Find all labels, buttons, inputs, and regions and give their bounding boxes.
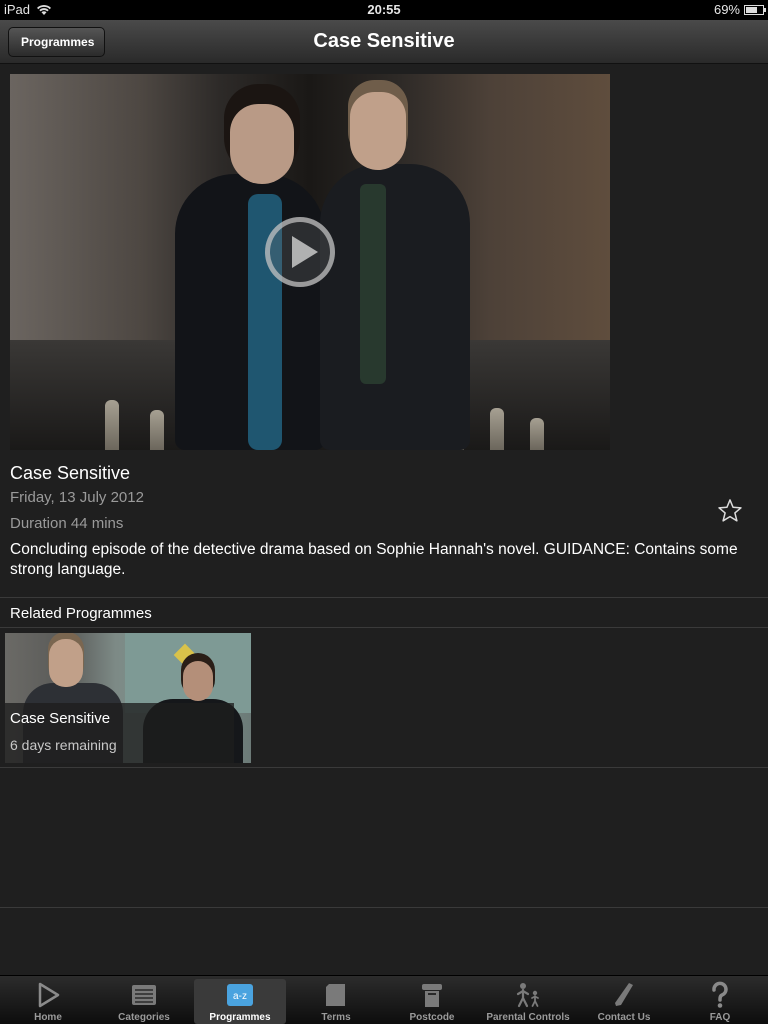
divider bbox=[0, 597, 768, 598]
tab-label: Home bbox=[34, 1012, 62, 1023]
play-icon[interactable] bbox=[265, 217, 335, 287]
battery-icon bbox=[744, 4, 766, 15]
image-light bbox=[530, 418, 544, 450]
tab-contact-us[interactable]: Contact Us bbox=[578, 979, 670, 1024]
image-figure-man bbox=[320, 164, 470, 450]
programme-description: Concluding episode of the detective dram… bbox=[10, 541, 738, 578]
programme-date: Friday, 13 July 2012 bbox=[10, 489, 144, 506]
page-title: Case Sensitive bbox=[313, 30, 455, 52]
tab-label: Postcode bbox=[409, 1012, 455, 1023]
tab-label: Parental Controls bbox=[486, 1012, 570, 1023]
tab-home[interactable]: Home bbox=[2, 979, 94, 1024]
question-icon bbox=[712, 981, 728, 1008]
related-availability: 6 days remaining bbox=[10, 737, 117, 753]
clock: 20:55 bbox=[367, 2, 401, 17]
a-z-icon: a-z bbox=[227, 984, 253, 1006]
tab-categories[interactable]: Categories bbox=[98, 979, 190, 1024]
tile-figure-woman-head bbox=[183, 661, 213, 701]
tab-label: Categories bbox=[118, 1012, 170, 1023]
image-figure-woman-head bbox=[230, 104, 294, 184]
image-figure-man-head bbox=[350, 92, 406, 170]
tab-terms[interactable]: Terms bbox=[290, 979, 382, 1024]
tab-programmes[interactable]: a-z Programmes bbox=[194, 979, 286, 1024]
tab-faq[interactable]: FAQ bbox=[674, 979, 766, 1024]
divider bbox=[0, 627, 768, 628]
tile-figure-man-head bbox=[49, 639, 83, 687]
status-bar: iPad 20:55 69% bbox=[0, 0, 768, 20]
navigation-bar: Programmes Case Sensitive bbox=[0, 20, 768, 64]
play-icon bbox=[38, 982, 60, 1008]
programme-title: Case Sensitive bbox=[10, 463, 131, 483]
tab-label: FAQ bbox=[709, 1012, 731, 1023]
a-z-icon-text: a-z bbox=[233, 991, 247, 1002]
tab-label: Contact Us bbox=[597, 1012, 651, 1023]
related-title: Case Sensitive bbox=[10, 710, 111, 727]
parent-child-icon bbox=[516, 983, 539, 1008]
tile-caption: Case Sensitive 6 days remaining bbox=[5, 703, 234, 763]
list-icon bbox=[132, 985, 156, 1005]
tab-parental-controls[interactable]: Parental Controls bbox=[482, 979, 574, 1024]
tab-bar: Home Categories a-z Programmes Terms Pos bbox=[0, 975, 768, 1024]
tab-label: Programmes bbox=[209, 1012, 271, 1023]
image-figure-man-scarf bbox=[360, 184, 386, 384]
tab-label: Terms bbox=[321, 1012, 351, 1023]
divider bbox=[0, 907, 768, 908]
star-outline-icon[interactable] bbox=[716, 497, 744, 525]
programme-image[interactable] bbox=[10, 74, 610, 450]
postbox-icon bbox=[422, 984, 442, 1007]
tab-postcode[interactable]: Postcode bbox=[386, 979, 478, 1024]
related-programmes-heading: Related Programmes bbox=[10, 605, 152, 622]
image-light bbox=[490, 408, 504, 450]
image-light bbox=[150, 410, 164, 450]
divider bbox=[0, 767, 768, 768]
programme-duration: Duration 44 mins bbox=[10, 515, 124, 532]
image-light bbox=[105, 400, 119, 450]
related-programme-tile[interactable]: Case Sensitive 6 days remaining bbox=[5, 633, 251, 763]
battery-percent: 69% bbox=[713, 2, 740, 17]
document-icon bbox=[326, 984, 345, 1006]
phone-icon bbox=[615, 983, 633, 1006]
